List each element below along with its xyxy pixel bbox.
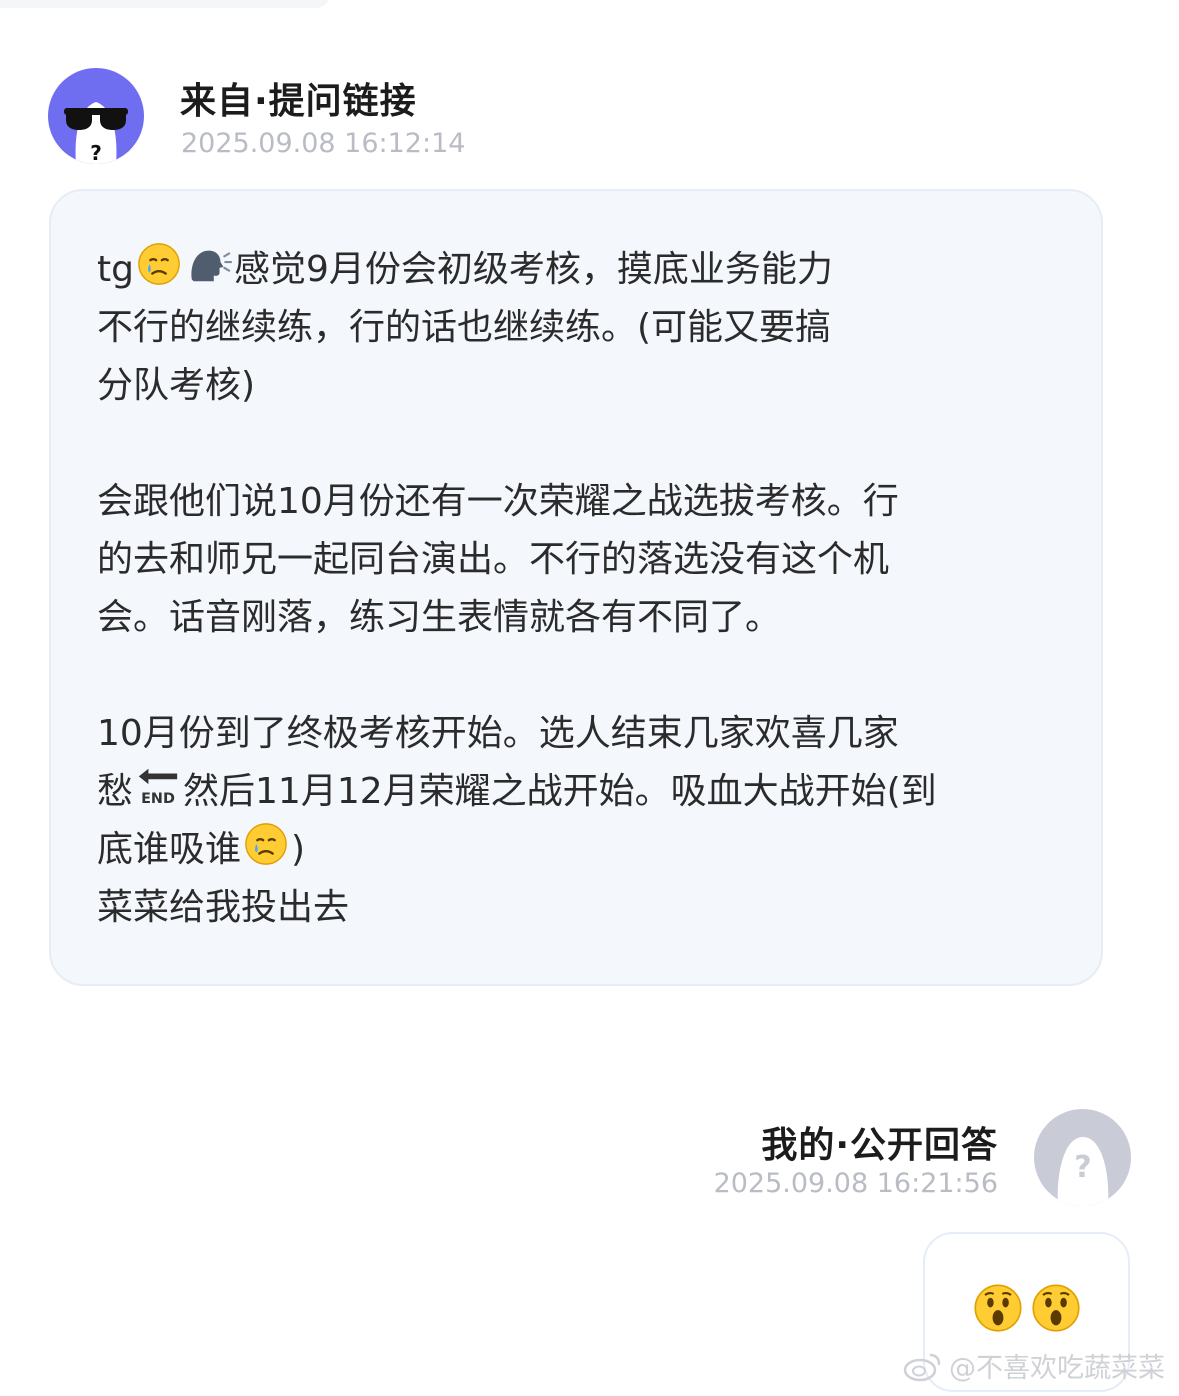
sender-label: 来自·提问链接 — [180, 81, 417, 122]
line-prefix: 底谁吸谁 — [97, 829, 242, 870]
text-line: 分队考核) — [97, 365, 256, 406]
svg-text:END: END — [141, 791, 175, 807]
answer-timestamp: 2025.09.08 16:21:56 — [713, 1168, 998, 1199]
answer-label: 我的·公开回答 — [761, 1125, 998, 1166]
speaking-head-icon — [191, 250, 232, 282]
question-paragraph: tg 感觉9月份会初级考核，摸底业务能力 不行的继续练，行的话也继续练。(可能又要… — [97, 241, 1047, 415]
line-prefix: 愁 — [97, 771, 134, 812]
question-paragraph: 会跟他们说10月份还有一次荣耀之战选拔考核。行 的去和师兄一起同台演出。不行的落… — [97, 473, 1047, 647]
text-line: 愁 END 然后11月12月荣耀之战开始。吸血大战开始(到 — [97, 763, 1047, 821]
question-mark-ghost-avatar-icon[interactable]: ? — [1034, 1109, 1131, 1206]
crying-face-icon — [138, 243, 180, 285]
crying-face-icon — [245, 823, 287, 865]
astonished-face-icon — [1031, 1284, 1080, 1332]
svg-text:?: ? — [90, 141, 102, 164]
sunglasses-ghost-avatar-icon[interactable]: ? — [48, 68, 144, 164]
question-bubble: tg 感觉9月份会初级考核，摸底业务能力 不行的继续练，行的话也继续练。(可能又要… — [49, 189, 1103, 986]
text-line: 会。话音刚落，练习生表情就各有不同了。 — [97, 597, 782, 638]
weibo-logo-icon — [903, 1353, 941, 1381]
line-text: 感觉9月份会初级考核，摸底业务能力 — [233, 249, 833, 290]
text-line: 菜菜给我投出去 — [97, 887, 350, 928]
line-prefix: tg — [97, 249, 134, 290]
line-text: 然后11月12月荣耀之战开始。吸血大战开始(到 — [183, 771, 937, 812]
text-line: 不行的继续练，行的话也继续练。(可能又要搞 — [97, 307, 832, 348]
question-timestamp: 2025.09.08 16:12:14 — [181, 128, 466, 159]
line-text: ) — [291, 829, 306, 870]
text-line: 的去和师兄一起同台演出。不行的落选没有这个机 — [97, 539, 890, 580]
end-arrow-icon: END — [138, 768, 178, 807]
svg-text:?: ? — [1074, 1150, 1091, 1185]
previous-card-edge — [0, 0, 330, 8]
question-paragraph: 10月份到了终极考核开始。选人结束几家欢喜几家 愁 END 然后11月12月荣耀之战… — [97, 705, 1047, 937]
text-line: tg 感觉9月份会初级考核，摸底业务能力 — [97, 241, 1047, 299]
text-line: 10月份到了终极考核开始。选人结束几家欢喜几家 — [97, 713, 899, 754]
text-line: 底谁吸谁) — [97, 821, 1047, 879]
watermark-text: @不喜欢吃蔬菜菜 — [949, 1353, 1165, 1384]
astonished-face-icon — [973, 1284, 1022, 1332]
watermark: @不喜欢吃蔬菜菜 — [903, 1346, 1165, 1385]
text-line: 会跟他们说10月份还有一次荣耀之战选拔考核。行 — [97, 481, 899, 522]
